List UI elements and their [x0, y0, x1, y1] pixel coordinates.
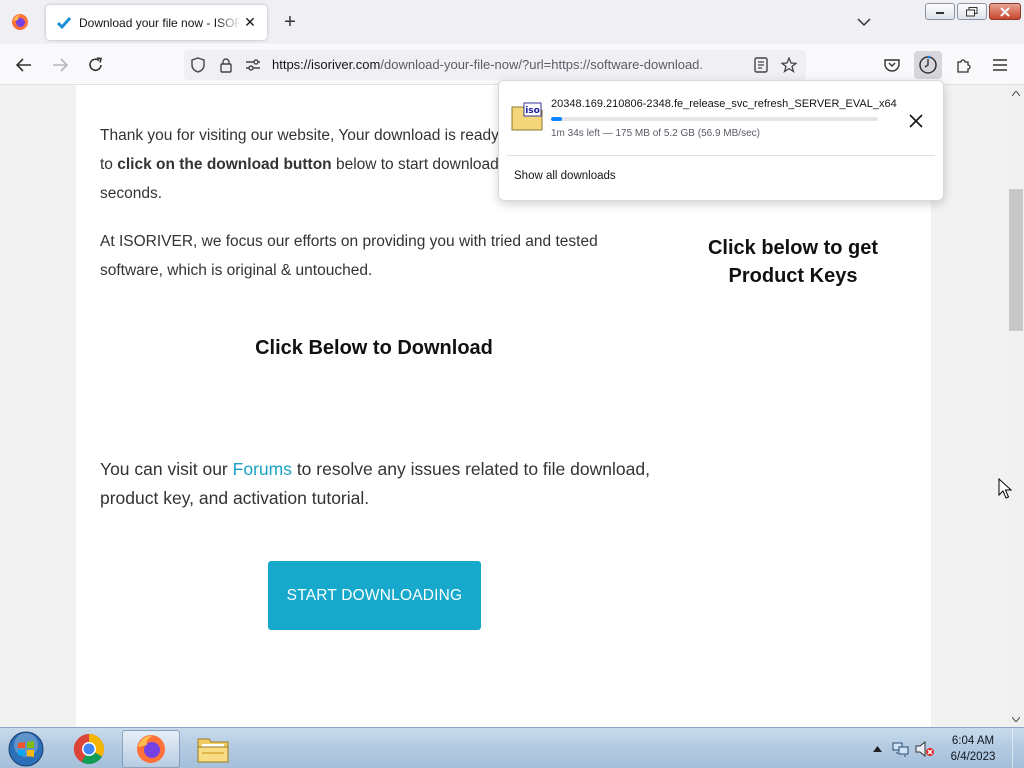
download-progress-bar	[551, 117, 878, 121]
taskbar-firefox[interactable]	[122, 730, 180, 768]
intro-line-2-prefix: to	[100, 156, 118, 173]
forums-prefix: You can visit our	[100, 459, 233, 479]
show-all-downloads-link[interactable]: Show all downloads	[514, 170, 616, 182]
permissions-icon[interactable]	[244, 56, 262, 74]
page-scrollbar[interactable]	[1008, 85, 1024, 727]
forward-button[interactable]	[46, 51, 74, 79]
forums-text: You can visit our Forums to resolve any …	[100, 455, 680, 513]
active-tab[interactable]: Download your file now - ISORIVER ✕	[46, 5, 267, 40]
download-progress-fill	[551, 117, 563, 121]
url-text: https://isoriver.com/download-your-file-…	[272, 57, 742, 72]
download-heading: Click Below to Download	[255, 337, 493, 359]
tracking-protection-shield-icon[interactable]	[189, 56, 207, 74]
volume-muted-icon[interactable]	[914, 738, 936, 760]
firefox-icon	[12, 14, 28, 30]
download-ready-message: Thank you for visiting our website, Your…	[100, 121, 520, 208]
panel-divider	[507, 155, 935, 156]
reader-view-icon[interactable]	[752, 56, 770, 74]
navigation-toolbar: https://isoriver.com/download-your-file-…	[0, 44, 1024, 85]
app-menu-button[interactable]	[986, 51, 1014, 79]
iso-file-icon: iso	[511, 101, 543, 133]
minimize-icon	[936, 11, 944, 14]
back-button[interactable]	[10, 51, 38, 79]
tab-close-icon[interactable]: ✕	[241, 14, 259, 32]
clock-date: 6/4/2023	[950, 751, 996, 763]
about-text: At ISORIVER, we focus our efforts on pro…	[100, 233, 598, 279]
show-desktop-button[interactable]	[1012, 728, 1024, 768]
url-bar[interactable]: https://isoriver.com/download-your-file-…	[184, 50, 806, 80]
url-path: /download-your-file-now/?url=https://sof…	[380, 57, 704, 72]
lock-icon[interactable]	[217, 56, 235, 74]
url-host: https://isoriver.com	[272, 57, 381, 72]
new-tab-button[interactable]: +	[278, 10, 302, 34]
reload-icon	[89, 57, 102, 71]
intro-line-2-suffix: below to start download	[331, 156, 499, 173]
tab-title: Download your file now - ISORIVER	[79, 15, 241, 30]
taskbar-file-explorer[interactable]	[184, 730, 242, 768]
mouse-pointer-icon	[998, 478, 1012, 499]
product-keys-heading: Click below to get Product Keys	[707, 237, 879, 287]
restore-icon	[966, 6, 978, 16]
download-file-name[interactable]: 20348.169.210806-2348.fe_release_svc_ref…	[551, 98, 897, 110]
pocket-icon	[884, 59, 900, 72]
iso-label: iso	[525, 106, 540, 116]
arrow-right-icon	[53, 58, 68, 72]
intro-bold-text: click on the download button	[117, 156, 332, 173]
downloads-button[interactable]	[914, 51, 942, 79]
clock-time: 6:04 AM	[951, 735, 995, 747]
pocket-button[interactable]	[878, 51, 906, 79]
firefox-view-button[interactable]	[6, 8, 34, 36]
intro-line-3: seconds.	[100, 185, 163, 202]
downloads-panel: iso 20348.169.210806-2348.fe_release_svc…	[498, 80, 944, 201]
bookmark-star-icon[interactable]	[780, 56, 798, 74]
hamburger-menu-icon	[993, 59, 1007, 71]
extensions-button[interactable]	[950, 51, 978, 79]
download-progress-icon	[919, 55, 937, 74]
forums-link[interactable]: Forums	[233, 459, 292, 479]
puzzle-icon	[957, 59, 971, 73]
arrow-left-icon	[16, 58, 31, 72]
chevron-down-icon	[857, 18, 871, 27]
intro-line-1: Thank you for visiting our website, Your…	[100, 127, 499, 144]
window-close-button[interactable]	[989, 3, 1021, 20]
close-icon	[1000, 6, 1010, 17]
windows-logo-icon	[8, 731, 44, 767]
scroll-down-arrow-icon[interactable]	[1008, 711, 1024, 727]
taskbar-chrome[interactable]	[60, 730, 118, 768]
window-minimize-button[interactable]	[925, 3, 955, 20]
close-icon	[909, 114, 923, 128]
network-icon[interactable]	[890, 738, 912, 760]
reload-button[interactable]	[82, 51, 110, 79]
download-status-text: 1m 34s left — 175 MB of 5.2 GB (56.9 MB/…	[551, 128, 760, 139]
chrome-icon	[73, 734, 105, 765]
show-hidden-icons-arrow-icon[interactable]	[866, 738, 888, 760]
scrollbar-thumb[interactable]	[1009, 189, 1023, 331]
tab-strip: Download your file now - ISORIVER ✕ +	[0, 0, 1024, 44]
system-tray	[866, 728, 938, 768]
window-restore-button[interactable]	[957, 3, 987, 20]
firefox-icon	[137, 735, 165, 763]
start-downloading-button[interactable]: START DOWNLOADING	[268, 561, 481, 630]
scroll-up-arrow-icon[interactable]	[1008, 85, 1024, 101]
cancel-download-button[interactable]	[903, 108, 929, 134]
folder-icon	[197, 738, 229, 763]
list-all-tabs-button[interactable]	[852, 10, 876, 34]
system-clock[interactable]: 6:04 AM 6/4/2023	[940, 733, 1006, 765]
site-favicon-icon	[56, 15, 72, 31]
taskbar: 6:04 AM 6/4/2023	[0, 727, 1024, 768]
start-button[interactable]	[6, 730, 46, 768]
